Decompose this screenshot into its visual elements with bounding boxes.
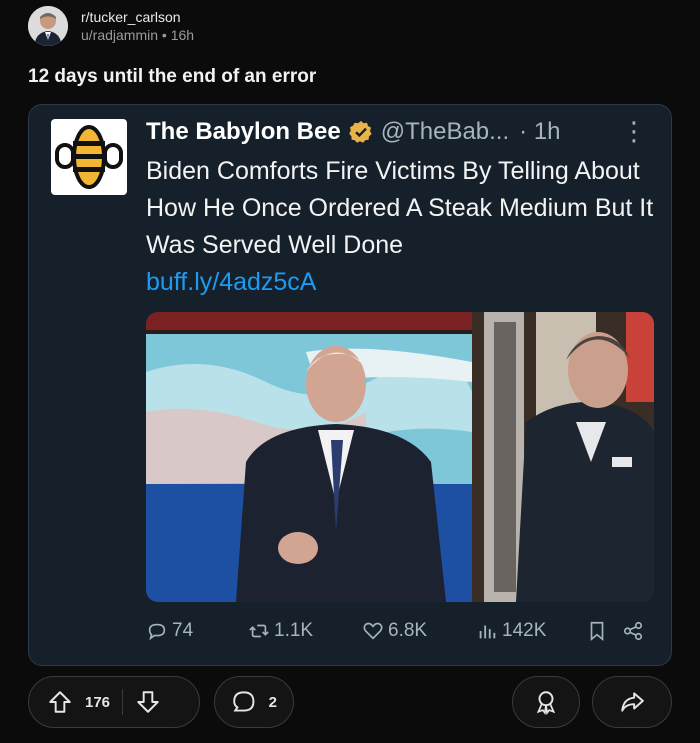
share-icon xyxy=(623,621,643,641)
share-tweet-action[interactable] xyxy=(622,620,648,642)
subreddit-name[interactable]: r/tucker_carlson xyxy=(81,8,194,26)
tweet-handle[interactable]: @TheBab... xyxy=(381,118,509,146)
babylon-bee-logo[interactable] xyxy=(51,119,127,195)
comment-count: 2 xyxy=(268,693,277,711)
tweet-body: Biden Comforts Fire Victims By Telling A… xyxy=(146,153,656,301)
tweet-media-image[interactable] xyxy=(146,312,654,602)
award-button[interactable] xyxy=(512,676,580,728)
comments-button[interactable]: 2 xyxy=(214,676,294,728)
award-icon xyxy=(536,691,556,715)
post-author-line: u/radjammin • 16h xyxy=(81,26,194,44)
vote-divider xyxy=(122,689,124,715)
tweet-header: The Babylon Bee @TheBab... · 1h ⋮ xyxy=(146,117,651,147)
embedded-tweet-card[interactable]: The Babylon Bee @TheBab... · 1h ⋮ Biden … xyxy=(28,104,672,666)
tweet-time: · 1h xyxy=(519,118,561,145)
more-icon[interactable]: ⋮ xyxy=(621,117,647,145)
retweet-action[interactable]: 1.1K xyxy=(248,620,313,642)
bookmark-icon xyxy=(590,621,604,642)
share-arrow-icon xyxy=(621,692,644,712)
upvote-icon[interactable] xyxy=(47,689,73,715)
vote-pill: 176 xyxy=(28,676,200,728)
reply-icon xyxy=(148,623,166,641)
post-title[interactable]: 12 days until the end of an error xyxy=(28,66,316,88)
tweet-text: Biden Comforts Fire Victims By Telling A… xyxy=(146,157,654,259)
views-icon xyxy=(479,625,496,639)
avatar-image xyxy=(28,6,68,46)
tweet-link[interactable]: buff.ly/4adz5cA xyxy=(146,264,656,301)
bookmark-action[interactable] xyxy=(586,620,612,642)
like-action[interactable]: 6.8K xyxy=(362,620,427,642)
retweet-icon xyxy=(249,624,269,638)
verified-badge-icon xyxy=(348,121,372,143)
bee-icon xyxy=(55,125,123,189)
press-photo xyxy=(146,312,654,602)
retweet-count: 1.1K xyxy=(274,620,314,641)
post-action-bar: 176 2 xyxy=(0,676,700,732)
reply-count: 74 xyxy=(172,620,194,641)
views-action[interactable]: 142K xyxy=(476,620,546,642)
post-header: r/tucker_carlson u/radjammin • 16h xyxy=(28,6,194,46)
like-count: 6.8K xyxy=(388,620,428,641)
reply-action[interactable]: 74 xyxy=(146,620,193,642)
downvote-icon[interactable] xyxy=(135,689,161,715)
tweet-actions: 74 1.1K 6.8K 142K xyxy=(146,620,654,646)
views-count: 142K xyxy=(502,620,547,641)
tweet-author-name[interactable]: The Babylon Bee xyxy=(146,118,341,146)
post-age: 16h xyxy=(170,27,195,43)
subreddit-avatar[interactable] xyxy=(28,6,68,46)
share-button[interactable] xyxy=(592,676,672,728)
upvote-count: 176 xyxy=(85,693,111,711)
comment-icon xyxy=(233,691,255,712)
like-icon xyxy=(363,622,383,640)
meta-separator: • xyxy=(161,27,167,43)
post-author[interactable]: u/radjammin xyxy=(81,27,158,43)
